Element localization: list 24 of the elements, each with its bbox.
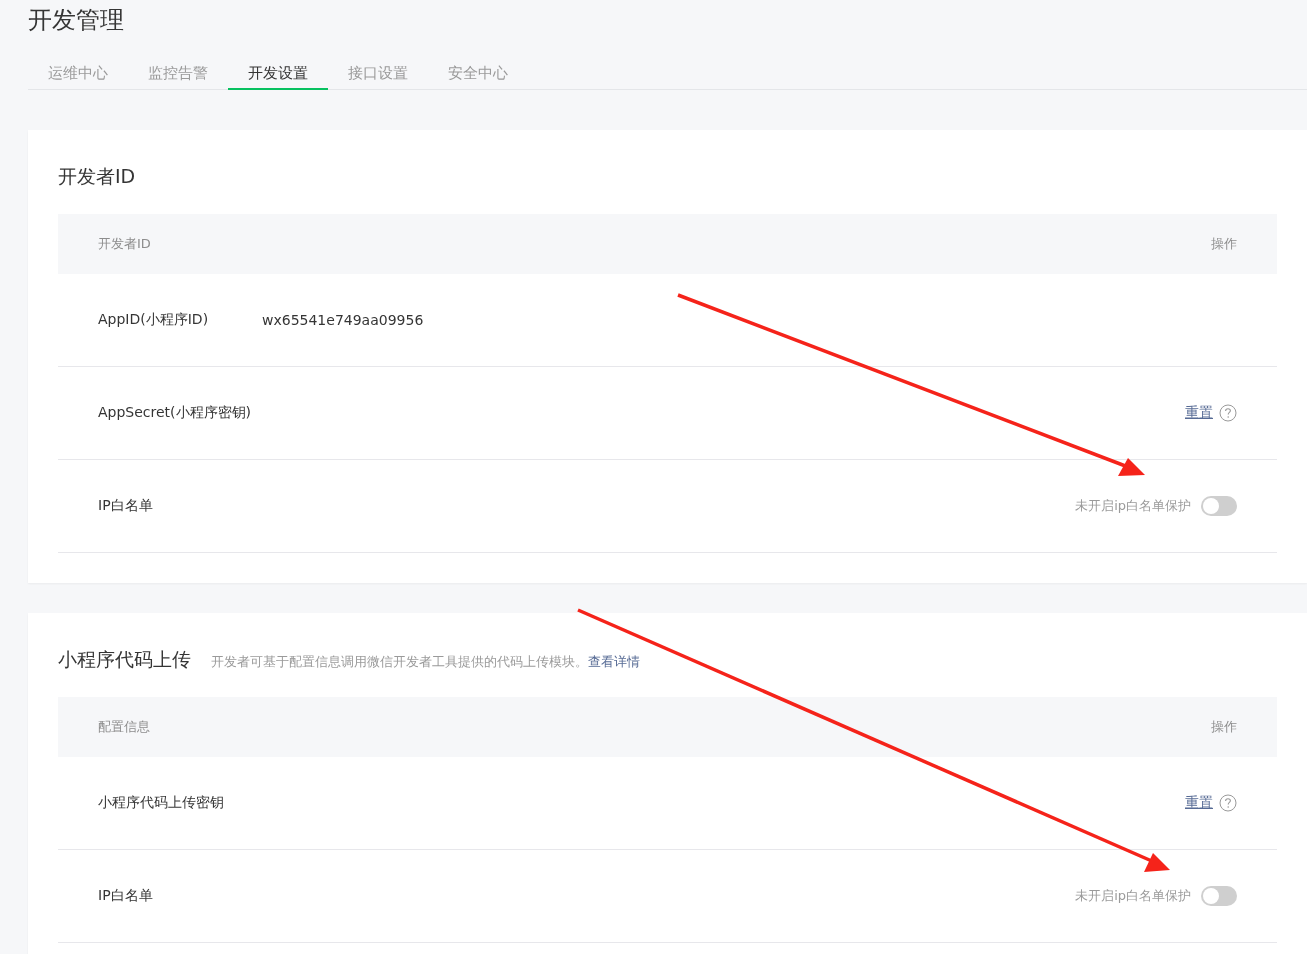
details-link[interactable]: 查看详情 [588,653,640,671]
toggle-switch[interactable] [1201,886,1237,906]
section-description: 开发者可基于配置信息调用微信开发者工具提供的代码上传模块。 [211,653,588,671]
column-header: 配置信息 [98,718,150,736]
status-text: 未开启ip白名单保护 [1075,497,1191,515]
column-header: 开发者ID [98,235,151,253]
page-title: 开发管理 [27,5,125,36]
reset-link[interactable]: 重置 [1185,404,1213,422]
column-header: 操作 [1211,718,1237,736]
column-header: 操作 [1211,235,1237,253]
row-label: IP白名单 [98,497,154,515]
row-label: AppSecret(小程序密钥) [98,404,253,422]
row-label: 小程序代码上传密钥 [98,794,225,812]
reset-link[interactable]: 重置 [1185,794,1213,812]
section-title: 开发者ID [58,164,136,189]
help-icon[interactable] [1219,794,1237,812]
app-id-value: wx65541e749aa09956 [262,312,425,328]
status-text: 未开启ip白名单保护 [1075,887,1191,905]
section-title: 小程序代码上传 [58,647,191,672]
toggle-switch[interactable] [1201,496,1237,516]
row-label: IP白名单 [98,887,154,905]
help-icon[interactable] [1219,404,1237,422]
tab[interactable]: 开发设置 [228,58,328,90]
row-label: AppID(小程序ID) [98,311,210,329]
